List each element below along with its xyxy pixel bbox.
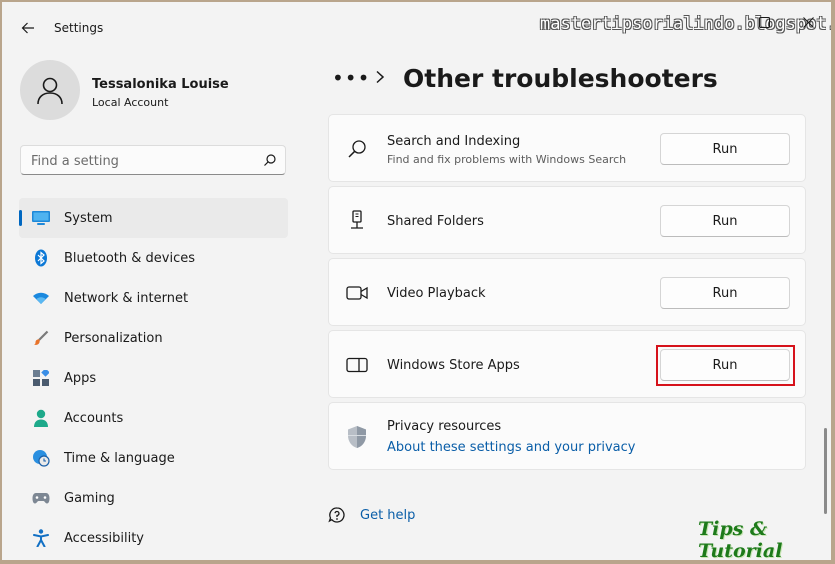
back-arrow-icon bbox=[21, 22, 34, 34]
sidebar-item-system[interactable]: System bbox=[19, 198, 288, 238]
troubleshooter-card-search: Search and Indexing Find and fix problem… bbox=[328, 114, 806, 182]
gamepad-icon bbox=[32, 489, 50, 507]
privacy-link[interactable]: About these settings and your privacy bbox=[387, 440, 635, 455]
page-title: Other troubleshooters bbox=[403, 64, 718, 93]
search-icon bbox=[345, 137, 369, 161]
sidebar-item-accounts[interactable]: Accounts bbox=[19, 398, 288, 438]
troubleshooter-title: Shared Folders bbox=[387, 214, 484, 229]
troubleshooter-title: Search and Indexing bbox=[387, 134, 521, 149]
apps-icon bbox=[32, 369, 50, 387]
brand-mark: Tips & Tutorial bbox=[698, 518, 783, 560]
globe-clock-icon bbox=[32, 449, 50, 467]
search-placeholder: Find a setting bbox=[31, 154, 119, 169]
sidebar-item-label: Time & language bbox=[64, 451, 175, 466]
troubleshooter-card-shared-folders: Shared Folders Run bbox=[328, 186, 806, 254]
sidebar-item-label: Gaming bbox=[64, 491, 115, 506]
sidebar-item-gaming[interactable]: Gaming bbox=[19, 478, 288, 518]
breadcrumb-overflow-button[interactable]: ••• bbox=[332, 66, 370, 90]
person-icon bbox=[37, 77, 63, 105]
close-icon bbox=[802, 16, 814, 28]
sidebar-item-label: Apps bbox=[64, 371, 97, 386]
sidebar-item-apps[interactable]: Apps bbox=[19, 358, 288, 398]
monitor-icon bbox=[32, 209, 50, 227]
help-chat-icon bbox=[328, 506, 346, 528]
watermark: mastertipsorialindo.blogspot.com bbox=[540, 14, 831, 34]
troubleshooter-description: Find and fix problems with Windows Searc… bbox=[387, 153, 627, 166]
run-button-search[interactable]: Run bbox=[660, 133, 790, 165]
user-name: Tessalonika Louise bbox=[92, 77, 229, 92]
privacy-resources-card: Privacy resources About these settings a… bbox=[328, 402, 806, 470]
sidebar-item-label: System bbox=[64, 211, 113, 226]
sidebar-item-accessibility[interactable]: Accessibility bbox=[19, 518, 288, 558]
back-button[interactable] bbox=[16, 16, 40, 40]
privacy-title: Privacy resources bbox=[387, 419, 502, 434]
avatar[interactable] bbox=[20, 60, 80, 120]
maximize-icon bbox=[758, 16, 770, 28]
get-help-link[interactable]: Get help bbox=[360, 508, 415, 523]
app-title: Settings bbox=[54, 21, 104, 35]
video-camera-icon bbox=[345, 281, 369, 305]
brush-icon bbox=[32, 329, 50, 347]
sidebar-item-label: Network & internet bbox=[64, 291, 189, 306]
troubleshooter-card-video: Video Playback Run bbox=[328, 258, 806, 326]
account-type: Local Account bbox=[92, 96, 169, 109]
close-button[interactable] bbox=[798, 12, 818, 32]
highlight-box bbox=[656, 345, 795, 386]
maximize-button[interactable] bbox=[754, 12, 774, 32]
scrollbar[interactable] bbox=[824, 428, 827, 514]
accessibility-icon bbox=[32, 529, 50, 547]
sidebar-nav: System Bluetooth & devices Network & int… bbox=[19, 198, 288, 558]
sidebar-item-time-language[interactable]: Time & language bbox=[19, 438, 288, 478]
troubleshooter-title: Windows Store Apps bbox=[387, 358, 520, 373]
run-button-shared-folders[interactable]: Run bbox=[660, 205, 790, 237]
search-input[interactable]: Find a setting bbox=[20, 145, 286, 175]
wifi-icon bbox=[32, 289, 50, 307]
person-icon bbox=[32, 409, 50, 427]
sidebar-item-label: Accounts bbox=[64, 411, 124, 426]
bluetooth-icon bbox=[32, 249, 50, 267]
sidebar-item-bluetooth[interactable]: Bluetooth & devices bbox=[19, 238, 288, 278]
title-bar: Settings mastertipsorialindo.blogspot.co… bbox=[2, 2, 831, 48]
run-button-video[interactable]: Run bbox=[660, 277, 790, 309]
store-app-icon bbox=[345, 353, 369, 377]
sidebar-item-personalization[interactable]: Personalization bbox=[19, 318, 288, 358]
chevron-right-icon bbox=[376, 70, 385, 84]
settings-window: Settings mastertipsorialindo.blogspot.co… bbox=[2, 2, 831, 560]
shield-icon bbox=[345, 425, 369, 449]
sidebar-item-label: Personalization bbox=[64, 331, 163, 346]
sidebar-item-label: Accessibility bbox=[64, 531, 144, 546]
shared-folder-icon bbox=[345, 209, 369, 233]
search-icon bbox=[264, 154, 276, 166]
sidebar-item-network[interactable]: Network & internet bbox=[19, 278, 288, 318]
troubleshooter-title: Video Playback bbox=[387, 286, 486, 301]
sidebar-item-label: Bluetooth & devices bbox=[64, 251, 195, 266]
